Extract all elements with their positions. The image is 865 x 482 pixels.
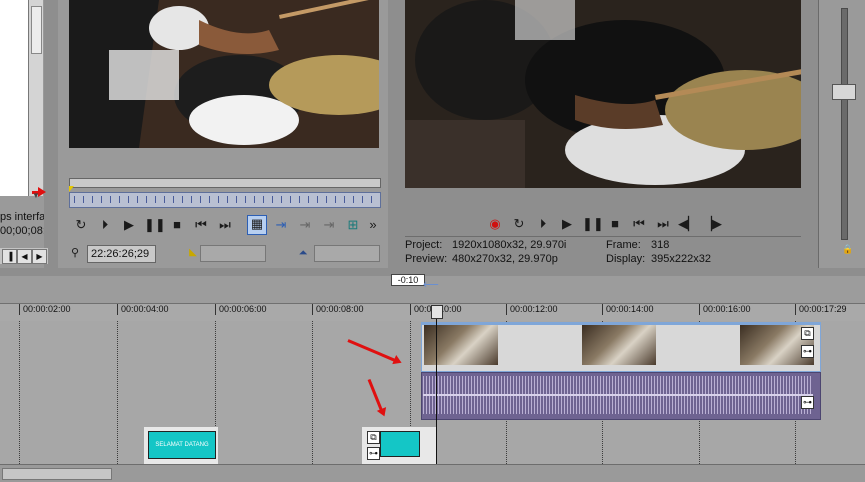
nav-forward-icon[interactable]: ▶: [32, 249, 47, 264]
master-fader-knob[interactable]: [832, 84, 856, 100]
ruler-tick: 00:00:12:00: [506, 304, 558, 315]
mark-out-field[interactable]: [314, 245, 380, 262]
lock-icon[interactable]: 🔒: [842, 244, 853, 255]
play-icon[interactable]: ▶: [120, 216, 138, 234]
project-label: Project:: [405, 239, 443, 251]
stop-icon[interactable]: ■: [168, 216, 186, 234]
preview-label: Preview:: [405, 253, 448, 265]
ruler-tick: 00:00:02:00: [19, 304, 71, 315]
title-fx-icon[interactable]: ⊶: [367, 447, 380, 460]
explorer-nav: ▐ ◀ ▶: [0, 248, 48, 264]
title-clip-preview: [380, 431, 420, 457]
preview-go-end-icon[interactable]: ⏭: [654, 215, 672, 233]
scrollbar-thumb[interactable]: [31, 6, 42, 54]
audio-fx-icon[interactable]: ⊶: [801, 396, 814, 409]
explorer-list[interactable]: [0, 0, 28, 196]
project-value: 1920x1080x32, 29.970i: [452, 239, 567, 251]
timeline-scrollbar-thumb[interactable]: [2, 468, 112, 480]
prev-frame-icon[interactable]: ⏮: [192, 216, 210, 234]
ruler-tick: 00:00:16:00: [699, 304, 751, 315]
timeline-horizontal-scrollbar[interactable]: [0, 464, 865, 482]
trimmer-audio-strip[interactable]: [69, 178, 381, 188]
mark-out-icon[interactable]: ⏶: [294, 244, 312, 262]
display-label: Display:: [606, 253, 646, 265]
more-icon[interactable]: »: [364, 216, 382, 234]
pause-icon[interactable]: ❚❚: [144, 216, 166, 234]
overwrite-mode-icon[interactable]: ▦: [247, 215, 267, 235]
display-value: 395x222x32: [651, 253, 711, 265]
drummer-frame-image: [69, 0, 379, 148]
scroll-down-icon[interactable]: ▼: [32, 187, 46, 200]
explorer-scrollbar[interactable]: ▼: [28, 0, 46, 200]
next-frame-icon[interactable]: ⏭: [216, 216, 234, 234]
preview-loop-icon[interactable]: ↻: [510, 215, 528, 233]
master-fader-panel: 🔒: [818, 0, 865, 268]
explorer-details: ps interfa 00;00;08;0: [0, 210, 44, 238]
ruler-tick: 00:00:04:00: [117, 304, 169, 315]
nav-end-icon[interactable]: ▐: [2, 249, 17, 264]
pan-crop-icon[interactable]: ⧉: [801, 327, 814, 340]
mark-in-field[interactable]: [200, 245, 266, 262]
playhead-handle[interactable]: [431, 305, 443, 319]
loop-arrow-icon: ⟵: [423, 279, 439, 291]
explorer-column-value: 00;00;08;0: [0, 225, 44, 237]
trimmer-video-frame: [69, 0, 379, 148]
nav-back-icon[interactable]: ◀: [17, 249, 32, 264]
event-fx-icon[interactable]: ⊶: [801, 345, 814, 358]
timeline-top-bar: [0, 268, 865, 276]
snapshot-icon[interactable]: ⊞: [344, 216, 362, 234]
play-from-start-icon[interactable]: ⏵: [96, 216, 114, 234]
drummer-preview-image: [405, 0, 801, 188]
trimmer-timeline-bar[interactable]: [69, 192, 381, 208]
playhead-line[interactable]: [436, 306, 437, 464]
trimmer-timecode: 22:26:26;29: [87, 245, 156, 263]
loop-icon[interactable]: ↻: [72, 216, 90, 234]
master-fader-rail[interactable]: [841, 8, 848, 240]
preview-next-frame-icon[interactable]: ▕▶: [702, 215, 722, 233]
pin-icon[interactable]: ⚲: [66, 244, 84, 262]
loop-region-label[interactable]: -0:10: [391, 274, 425, 286]
ruler-tick: 00:00:14:00: [602, 304, 654, 315]
preview-play-from-start-icon[interactable]: ⏵: [534, 215, 552, 233]
insert-icon[interactable]: ⇥: [296, 216, 314, 234]
explorer-column-text: ps interfa: [0, 211, 44, 223]
title-pan-crop-icon[interactable]: ⧉: [367, 431, 380, 444]
ruler-tick: 00:00:06:00: [215, 304, 267, 315]
grid-line: [117, 321, 118, 464]
replace-icon[interactable]: ⇥: [320, 216, 338, 234]
audio-waveform-center: [423, 394, 813, 396]
title-clip[interactable]: SELAMAT DATANG: [144, 427, 218, 464]
add-to-timeline-icon[interactable]: ⇥: [272, 216, 290, 234]
ruler-tick: 00:00:17:29: [795, 304, 847, 315]
preview-pause-icon[interactable]: ❚❚: [582, 215, 604, 233]
grid-line: [312, 321, 313, 464]
video-clip-thumbnail: [582, 325, 656, 365]
grid-line: [19, 321, 20, 464]
preview-video-frame: [405, 0, 801, 188]
preview-value: 480x270x32, 29.970p: [452, 253, 558, 265]
record-icon[interactable]: ◉: [486, 215, 504, 233]
preview-play-icon[interactable]: ▶: [558, 215, 576, 233]
preview-stop-icon[interactable]: ■: [606, 215, 624, 233]
ruler-tick: 00:00:08:00: [312, 304, 364, 315]
title-clip-text: SELAMAT DATANG: [148, 431, 216, 459]
preview-separator: [405, 236, 801, 237]
frame-value: 318: [651, 239, 670, 251]
frame-label: Frame:: [606, 239, 641, 251]
preview-prev-frame-icon[interactable]: ◀▏: [678, 215, 698, 233]
preview-go-start-icon[interactable]: ⏮: [630, 215, 648, 233]
